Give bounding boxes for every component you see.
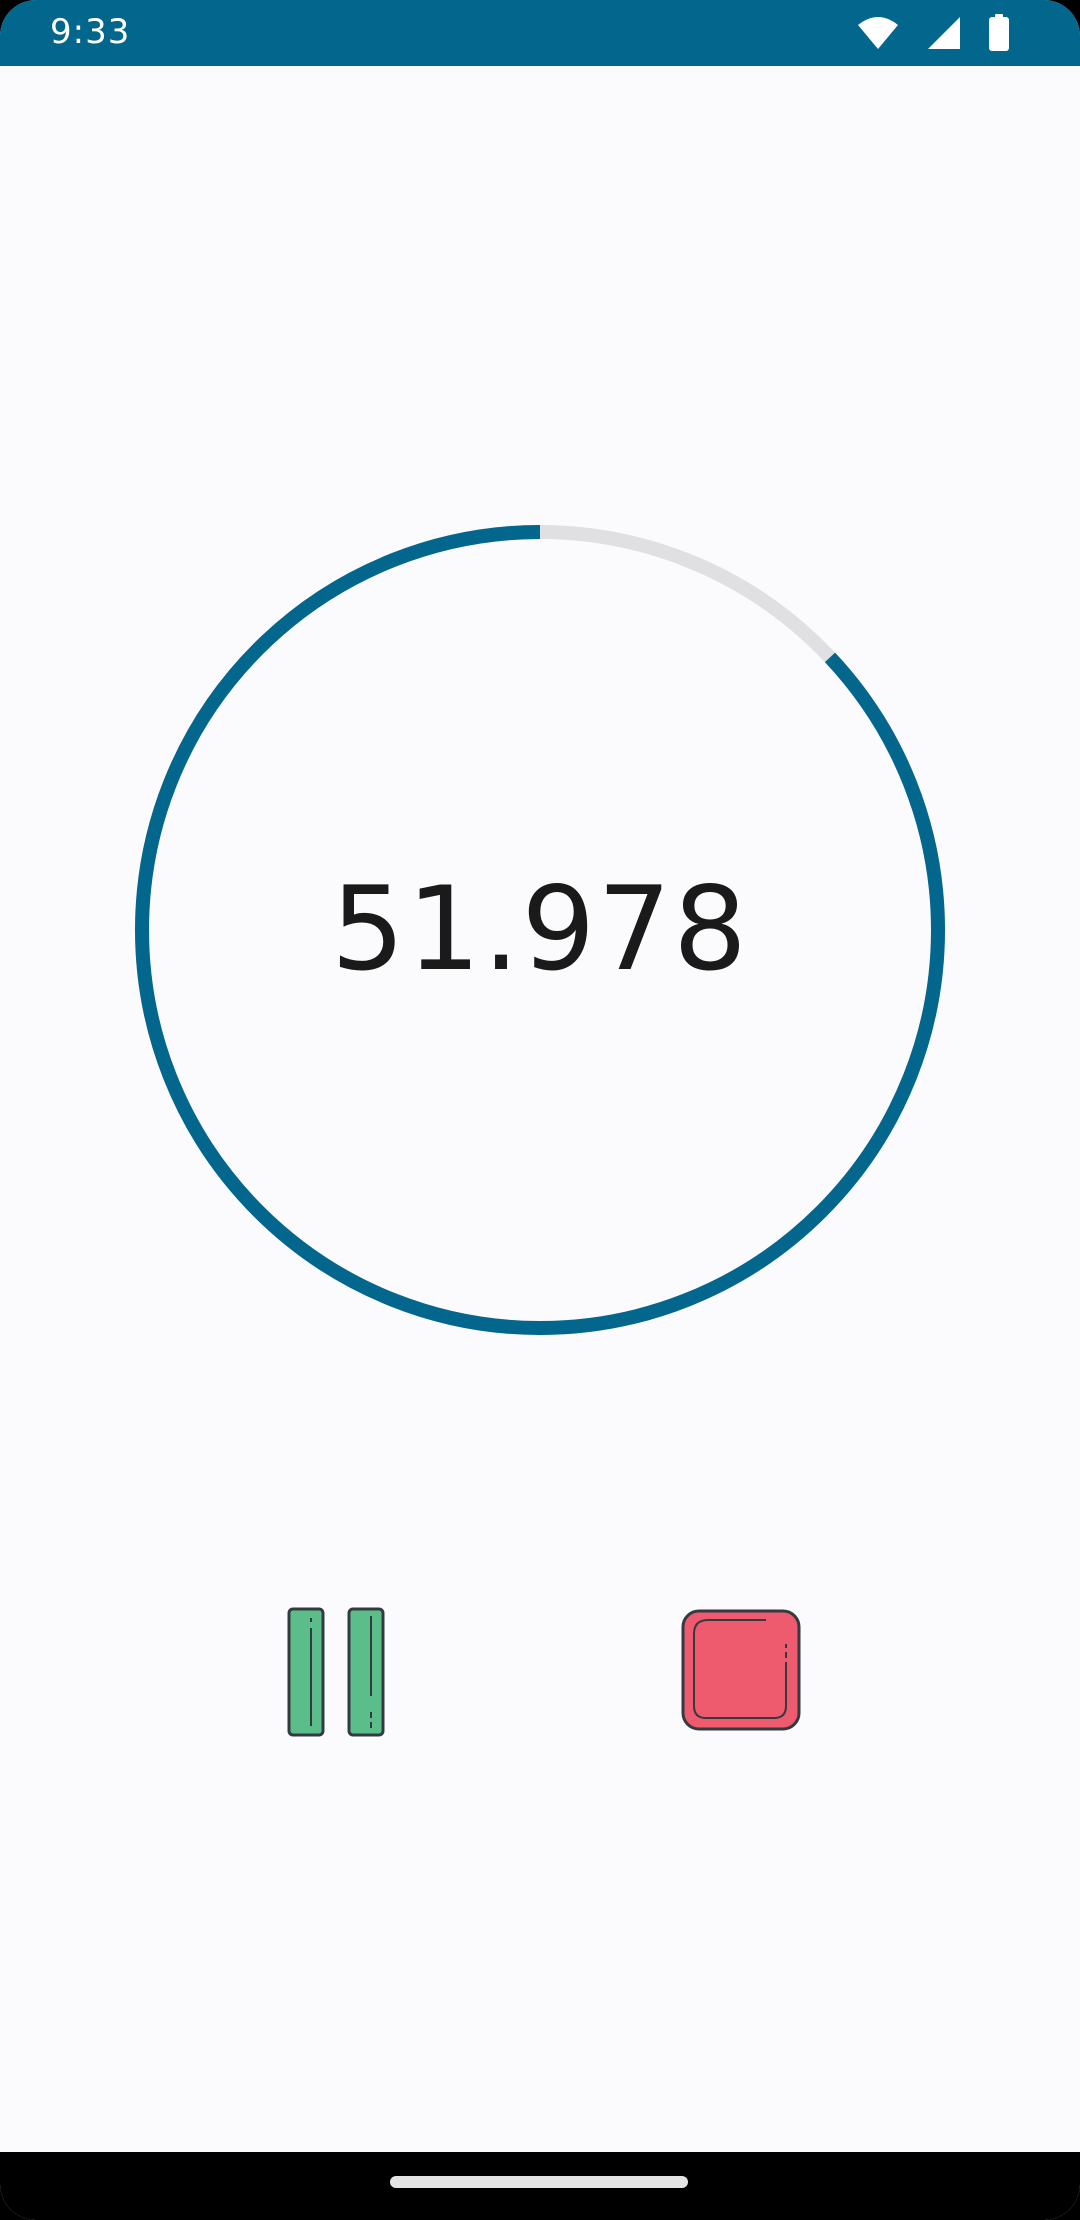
navigation-bar [0, 2152, 1080, 2220]
timer-display: 51.978 [331, 862, 749, 997]
signal-icon [926, 15, 962, 51]
stop-icon [681, 1609, 801, 1731]
status-time: 9:33 [50, 12, 131, 52]
status-bar: 9:33 [0, 0, 1080, 66]
home-handle[interactable] [390, 2176, 688, 2188]
stop-button[interactable] [680, 1608, 804, 1736]
battery-icon [988, 14, 1010, 52]
pause-icon [287, 1607, 385, 1737]
app-screen: 9:33 51.978 [0, 0, 1080, 2220]
pause-button[interactable] [286, 1606, 392, 1738]
wifi-icon [856, 15, 900, 51]
status-icons [856, 14, 1010, 52]
